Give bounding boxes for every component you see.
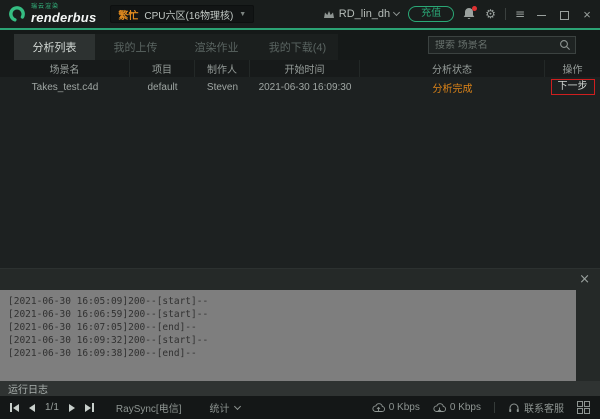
maximize-button[interactable]	[557, 8, 571, 21]
zone-status-badge: 繁忙	[118, 7, 138, 22]
upload-speed: 0 Kbps	[372, 402, 420, 413]
stats-label: 统计	[209, 400, 229, 415]
search-icon[interactable]	[559, 39, 571, 51]
cell-start-time: 2021-06-30 16:09:30	[250, 77, 360, 97]
minimize-icon	[537, 15, 546, 16]
app-window: 瑞云渲染 renderbus 繁忙 CPU六区(16物理核) ▼ RD_lin_…	[0, 0, 600, 419]
minimize-button[interactable]	[534, 8, 548, 21]
status-bar: 1/1 RaySync[电信] 统计 0 Kbps 0 Kbps	[0, 396, 600, 419]
column-header-scene: 场景名	[0, 60, 130, 77]
brand-name: renderbus	[31, 11, 96, 24]
settings-gear-icon[interactable]: ⚙	[485, 8, 496, 20]
column-header-project: 项目	[130, 60, 195, 77]
contact-support-label: 联系客服	[524, 400, 564, 415]
pagination: 1/1	[10, 402, 94, 413]
close-button[interactable]: ×	[580, 8, 594, 21]
search-input[interactable]	[435, 40, 559, 51]
headset-icon	[508, 402, 520, 414]
chevron-down-icon: ▼	[239, 11, 246, 18]
log-line: [2021-06-30 16:06:59]200--[start]--	[8, 308, 568, 321]
last-page-button[interactable]	[85, 403, 94, 412]
tab-my-downloads[interactable]: 我的下载(4)	[257, 34, 338, 60]
maximize-icon	[560, 11, 569, 20]
column-header-start-time: 开始时间	[250, 60, 360, 77]
download-speed-value: 0 Kbps	[450, 402, 481, 413]
table-header-row: 场景名 项目 制作人 开始时间 分析状态 操作	[0, 60, 600, 77]
notifications-button[interactable]	[463, 7, 476, 21]
cloud-upload-icon	[372, 402, 385, 413]
cloud-download-icon	[433, 402, 446, 413]
column-header-artist: 制作人	[195, 60, 250, 77]
run-log-title: 运行日志	[8, 381, 48, 396]
qr-code-icon[interactable]	[577, 401, 590, 414]
raysync-transfer-label[interactable]: RaySync[电信]	[116, 400, 182, 415]
notification-badge	[472, 6, 477, 11]
titlebar-divider	[505, 8, 506, 20]
cell-artist: Steven	[195, 77, 250, 97]
username-label: RD_lin_dh	[339, 8, 390, 20]
tab-my-uploads[interactable]: 我的上传	[95, 34, 176, 60]
column-header-status: 分析状态	[360, 60, 545, 77]
brand-text: 瑞云渲染 renderbus	[31, 4, 96, 24]
zone-name: CPU六区(16物理核)	[144, 7, 233, 22]
run-log-output[interactable]: [2021-06-30 16:05:09]200--[start]-- [202…	[0, 290, 576, 381]
log-line: [2021-06-30 16:09:32]200--[start]--	[8, 334, 568, 347]
cell-scene-name: Takes_test.c4d	[0, 77, 130, 97]
statusbar-divider	[494, 402, 495, 413]
main-menu-icon[interactable]: ≡	[515, 8, 525, 20]
log-close-icon[interactable]: ×	[579, 273, 590, 286]
upload-speed-value: 0 Kbps	[389, 402, 420, 413]
stats-dropdown[interactable]: 统计	[209, 400, 240, 415]
crown-icon	[323, 10, 335, 19]
column-header-action: 操作	[545, 60, 600, 77]
tab-analysis-list[interactable]: 分析列表	[14, 34, 95, 60]
renderbus-logo-icon	[8, 5, 26, 23]
user-menu[interactable]: RD_lin_dh	[323, 8, 399, 20]
previous-page-button[interactable]	[29, 404, 35, 412]
first-page-button[interactable]	[10, 403, 19, 412]
log-line: [2021-06-30 16:09:38]200--[end]--	[8, 347, 568, 360]
log-line: [2021-06-30 16:05:09]200--[start]--	[8, 295, 568, 308]
scene-search-box[interactable]	[428, 36, 576, 54]
table-row[interactable]: Takes_test.c4d default Steven 2021-06-30…	[0, 77, 600, 97]
page-indicator: 1/1	[45, 402, 59, 413]
render-zone-select[interactable]: 繁忙 CPU六区(16物理核) ▼	[110, 5, 254, 23]
tab-render-jobs[interactable]: 渲染作业	[176, 34, 257, 60]
app-logo: 瑞云渲染 renderbus	[8, 4, 96, 24]
table-empty-area	[0, 97, 600, 268]
title-bar: 瑞云渲染 renderbus 繁忙 CPU六区(16物理核) ▼ RD_lin_…	[0, 0, 600, 28]
contact-support-button[interactable]: 联系客服	[508, 400, 564, 415]
log-line: [2021-06-30 16:07:05]200--[end]--	[8, 321, 568, 334]
next-page-button[interactable]	[69, 404, 75, 412]
cell-project: default	[130, 77, 195, 97]
next-step-button[interactable]: 下一步	[551, 79, 595, 95]
recharge-button[interactable]: 充值	[408, 6, 454, 22]
tab-bar: 分析列表 我的上传 渲染作业 我的下载(4)	[0, 30, 600, 60]
chevron-down-icon	[393, 9, 400, 16]
log-panel-container: [2021-06-30 16:05:09]200--[start]-- [202…	[0, 290, 600, 381]
download-speed: 0 Kbps	[433, 402, 481, 413]
run-log-title-bar: 运行日志	[0, 381, 600, 396]
chevron-down-icon	[234, 402, 241, 409]
log-panel-header: ×	[0, 268, 600, 290]
cell-analysis-status: 分析完成	[360, 77, 545, 97]
